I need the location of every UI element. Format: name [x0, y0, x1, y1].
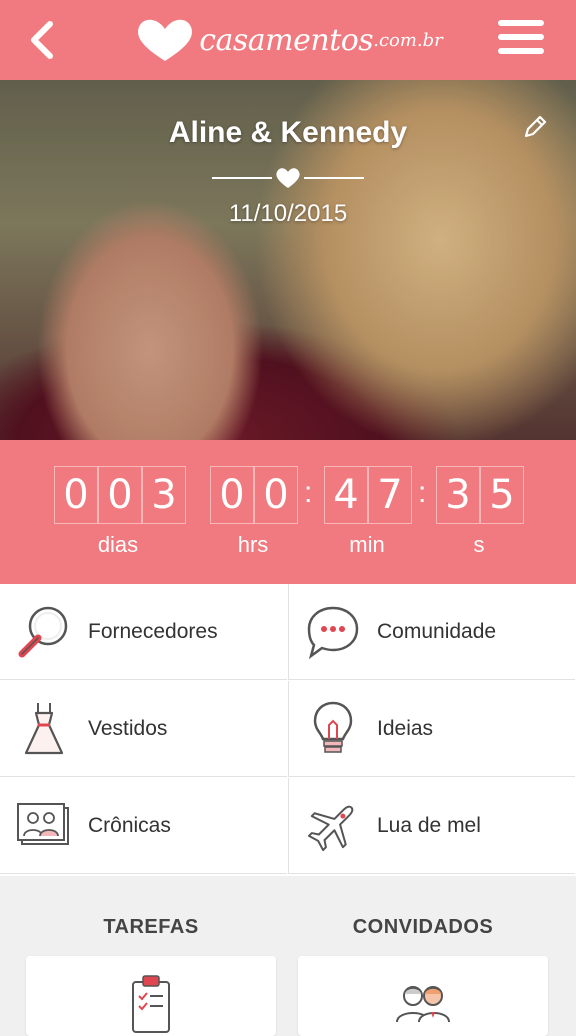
menu-bar [498, 20, 544, 26]
chevron-left-icon [31, 21, 53, 59]
back-button[interactable] [22, 18, 66, 62]
countdown-days: 0 0 3 [54, 466, 186, 524]
countdown-digit: 5 [480, 466, 524, 524]
menu-item-lua-de-mel[interactable]: Lua de mel [288, 778, 575, 874]
menu-item-ideias[interactable]: Ideias [288, 681, 575, 777]
menu-item-label: Vestidos [88, 716, 168, 740]
dress-icon [14, 699, 74, 759]
guests-card[interactable] [298, 956, 548, 1036]
countdown-hours: 0 0 [210, 466, 298, 524]
menu-bar [498, 48, 544, 54]
countdown-digit: 4 [324, 466, 368, 524]
countdown-separator: : [418, 476, 427, 509]
brand-logo[interactable]: casamentos .com.br [133, 15, 443, 65]
logo-tld: .com.br [373, 29, 443, 51]
menu-item-label: Fornecedores [88, 619, 218, 643]
divider-line [212, 177, 272, 179]
menu-item-label: Crônicas [88, 813, 171, 837]
seconds-label: s [473, 532, 485, 557]
app-header: casamentos .com.br [0, 0, 576, 80]
heart-icon [276, 168, 300, 188]
chat-bubble-icon [303, 602, 363, 662]
menu-item-label: Comunidade [377, 619, 497, 643]
countdown-digit: 7 [368, 466, 412, 524]
clipboard-icon [132, 975, 170, 1033]
menu-item-fornecedores[interactable]: Fornecedores [0, 584, 287, 680]
countdown-seconds: 3 5 [436, 466, 524, 524]
pencil-icon [524, 115, 547, 138]
countdown-digit: 3 [436, 466, 480, 524]
guests-icon [396, 986, 450, 1022]
logo-text: casamentos [199, 22, 374, 58]
countdown-separator: : [304, 476, 313, 509]
heart-logo-icon [138, 19, 193, 61]
hours-label: hrs [237, 532, 269, 557]
countdown-digit: 0 [98, 466, 142, 524]
lightbulb-icon [303, 699, 363, 759]
edit-button[interactable] [520, 112, 550, 142]
tasks-title: TAREFAS [103, 916, 199, 938]
couple-names: Aline & Kennedy [168, 116, 408, 149]
couple-photo: Aline & Kennedy 11/10/2015 [0, 80, 576, 440]
feature-menu: Fornecedores Comunidade Vestidos Ideias … [0, 584, 576, 876]
hamburger-menu-button[interactable] [498, 20, 544, 60]
menu-item-label: Lua de mel [377, 813, 481, 837]
magnifier-icon [14, 602, 74, 662]
countdown-minutes: 4 7 [324, 466, 412, 524]
dashboard-section: TAREFAS CONVIDADOS [0, 876, 576, 1036]
airplane-icon [303, 796, 363, 856]
menu-item-cronicas[interactable]: Crônicas [0, 778, 287, 874]
wedding-countdown: 0 0 3 0 0 : 4 7 : 3 5 dias hrs min s [0, 440, 576, 584]
countdown-digit: 0 [254, 466, 298, 524]
guests-title: CONVIDADOS [352, 916, 494, 938]
days-label: dias [97, 532, 139, 557]
minutes-label: min [349, 532, 385, 557]
menu-bar [498, 34, 544, 40]
menu-item-vestidos[interactable]: Vestidos [0, 681, 287, 777]
wedding-date: 11/10/2015 [228, 200, 348, 227]
photo-album-icon [14, 796, 74, 856]
menu-item-comunidade[interactable]: Comunidade [288, 584, 575, 680]
menu-item-label: Ideias [377, 716, 434, 740]
countdown-digit: 0 [210, 466, 254, 524]
countdown-digit: 0 [54, 466, 98, 524]
countdown-digit: 3 [142, 466, 186, 524]
tasks-card[interactable] [26, 956, 276, 1036]
divider-line [304, 177, 364, 179]
names-divider [212, 166, 364, 190]
